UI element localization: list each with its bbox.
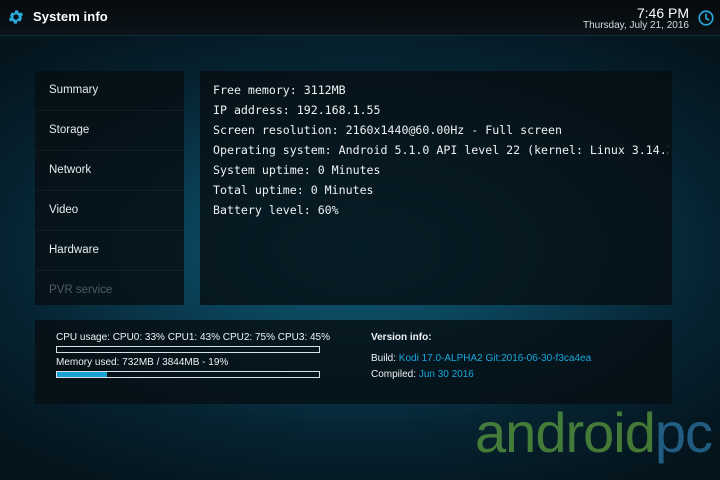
status-panel: CPU usage: CPU0: 33% CPU1: 43% CPU2: 75%…: [35, 320, 672, 404]
info-system-uptime: System uptime: 0 Minutes: [213, 163, 381, 177]
clock-time: 7:46 PM: [636, 5, 689, 21]
watermark: androidpc: [475, 401, 713, 464]
version-compiled-row: Compiled: Jun 30 2016: [371, 369, 474, 380]
info-free-memory: Free memory: 3112MB: [213, 83, 346, 97]
build-value: Kodi 17.0-ALPHA2 Git:2016-06-30-f3ca4ea: [398, 353, 592, 364]
sidebar-item-network[interactable]: Network: [35, 151, 184, 191]
sidebar-item-summary[interactable]: Summary: [35, 71, 184, 111]
settings-gear-icon[interactable]: [7, 8, 25, 26]
version-info-title: Version info:: [371, 332, 432, 343]
sidebar-item-hardware[interactable]: Hardware: [35, 231, 184, 271]
top-bar: System info 7:46 PM Thursday, July 21, 2…: [0, 0, 720, 36]
info-list: Free memory: 3112MB IP address: 192.168.…: [213, 80, 668, 220]
watermark-part-2: pc: [654, 401, 713, 464]
sidebar-menu: Summary Storage Network Video Hardware P…: [35, 71, 184, 305]
watermark-part-1: android: [475, 401, 656, 464]
sidebar-item-pvr-service: PVR service: [49, 284, 113, 296]
info-ip-address: IP address: 192.168.1.55: [213, 103, 381, 117]
info-panel: Free memory: 3112MB IP address: 192.168.…: [200, 71, 672, 305]
cpu-usage-bar: [56, 346, 320, 353]
info-screen-resolution: Screen resolution: 2160x1440@60.00Hz - F…: [213, 123, 563, 137]
clock-date: Thursday, July 21, 2016: [583, 20, 689, 31]
cpu-usage-label: CPU usage: CPU0: 33% CPU1: 43% CPU2: 75%…: [56, 332, 331, 343]
version-build-row: Build: Kodi 17.0-ALPHA2 Git:2016-06-30-f…: [371, 353, 591, 364]
build-label: Build:: [371, 353, 397, 364]
compiled-label: Compiled:: [371, 369, 417, 380]
info-operating-system: Operating system: Android 5.1.0 API leve…: [213, 143, 668, 157]
memory-used-bar-fill: [57, 372, 107, 377]
clock-icon: [698, 10, 714, 26]
page-title: System info: [33, 9, 108, 24]
info-battery-level: Battery level: 60%: [213, 203, 339, 217]
memory-used-label: Memory used: 732MB / 3844MB - 19%: [56, 357, 229, 368]
sidebar-item-storage[interactable]: Storage: [35, 111, 184, 151]
compiled-value: Jun 30 2016: [418, 369, 474, 380]
info-total-uptime: Total uptime: 0 Minutes: [213, 183, 374, 197]
memory-used-bar: [56, 371, 320, 378]
sidebar-item-video[interactable]: Video: [35, 191, 184, 231]
